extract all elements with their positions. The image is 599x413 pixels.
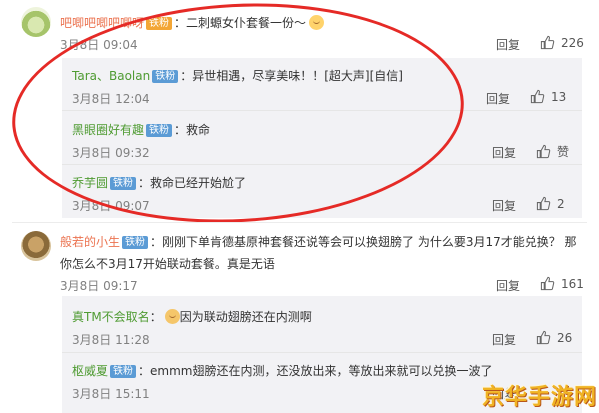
- reply-button[interactable]: 回复: [492, 144, 516, 161]
- reply-text: ：救命: [174, 123, 211, 137]
- timestamp: 3月8日 12:04: [72, 92, 150, 106]
- reply-button[interactable]: 回复: [496, 36, 520, 53]
- timestamp: 3月8日 11:28: [72, 333, 150, 347]
- reply-text: ：救命已经开始尬了: [138, 176, 247, 190]
- like-count: 赞: [557, 145, 570, 159]
- like-button[interactable]: 13: [530, 89, 566, 104]
- reply-button[interactable]: 回复: [486, 90, 510, 107]
- like-count: 226: [561, 35, 584, 50]
- comment-text: ：二刺螈女仆套餐一份～: [174, 16, 307, 30]
- reply-text-after: 因为联动翅膀还在内测啊: [179, 310, 312, 324]
- reply-button[interactable]: 回复: [492, 331, 516, 348]
- fan-badge[interactable]: 铁粉: [146, 17, 173, 30]
- divider: [62, 164, 582, 165]
- thumbs-up-icon: [530, 89, 545, 104]
- divider: [62, 110, 582, 111]
- timestamp: 3月8日 09:04: [60, 38, 138, 52]
- fan-badge[interactable]: 铁粉: [152, 70, 179, 83]
- thumbs-up-icon: [540, 276, 555, 291]
- smile-emoji-icon: [309, 15, 325, 30]
- timestamp: 3月8日 09:17: [60, 279, 138, 293]
- reply-button[interactable]: 回复: [492, 197, 516, 214]
- like-count: 26: [557, 330, 573, 345]
- username-link[interactable]: 黑眼圈好有趣: [72, 123, 144, 137]
- reply-text: ：: [149, 310, 162, 324]
- thumbs-up-icon: [540, 35, 555, 50]
- fan-badge[interactable]: 铁粉: [122, 236, 149, 249]
- like-count: 2: [557, 196, 565, 211]
- like-button[interactable]: 161: [540, 276, 584, 291]
- reply-text: ：异世相遇，尽享美味！！[超大声][自信]: [180, 69, 403, 83]
- comment-2: 般若的小生 铁粉 ：刚刚下单肯德基原神套餐还说等会可以换翅膀了 为什么要3月17才能…: [0, 224, 599, 294]
- thumbs-up-icon: [536, 144, 551, 159]
- fan-badge[interactable]: 铁粉: [110, 365, 137, 378]
- comment-text-line-2: 你怎么不3月17开始联动套餐。真是无语: [60, 257, 275, 271]
- comment-1: 吧唧吧唧吧唧呀 铁粉 ：二刺螈女仆套餐一份～ 3月8日 09:04 回复 226: [0, 0, 599, 60]
- avatar[interactable]: [21, 231, 51, 261]
- watermark-logo: 京华手游网: [481, 385, 597, 410]
- like-button[interactable]: 赞: [536, 143, 569, 160]
- like-button[interactable]: 26: [536, 330, 572, 345]
- username-link[interactable]: 般若的小生: [60, 235, 120, 249]
- username-link[interactable]: 枢威夏: [72, 364, 108, 378]
- like-button[interactable]: 2: [536, 196, 565, 211]
- avatar[interactable]: [21, 7, 51, 37]
- reply-text: ：emmm翅膀还在内测，还没放出来，等放出来就可以兑换一波了: [138, 364, 493, 378]
- like-count: 161: [561, 276, 584, 291]
- comment-line: 般若的小生 铁粉 ：刚刚下单肯德基原神套餐还说等会可以换翅膀了 为什么要3月17才能…: [60, 233, 577, 250]
- comment-line: 吧唧吧唧吧唧呀 铁粉 ：二刺螈女仆套餐一份～: [60, 14, 325, 31]
- fan-badge[interactable]: 铁粉: [146, 124, 173, 137]
- thumbs-up-icon: [536, 196, 551, 211]
- like-button[interactable]: 226: [540, 35, 584, 50]
- divider: [62, 352, 582, 353]
- username-link[interactable]: 吧唧吧唧吧唧呀: [60, 16, 144, 30]
- thumbs-up-icon: [536, 330, 551, 345]
- timestamp: 3月8日 09:07: [72, 199, 150, 213]
- username-link[interactable]: 乔芋圆: [72, 176, 108, 190]
- username-link[interactable]: Tara、Baolan: [72, 69, 150, 83]
- comment-text: ：刚刚下单肯德基原神套餐还说等会可以换翅膀了 为什么要3月17才能兑换？ 那: [150, 235, 577, 249]
- like-count: 13: [551, 89, 567, 104]
- timestamp: 3月8日 15:11: [72, 387, 150, 401]
- timestamp: 3月8日 09:32: [72, 146, 150, 160]
- doge-emoji-icon: [164, 309, 180, 324]
- reply-button[interactable]: 回复: [496, 277, 520, 294]
- divider: [12, 222, 587, 223]
- fan-badge[interactable]: 铁粉: [110, 177, 137, 190]
- username-link[interactable]: 真TM不会取名: [72, 310, 150, 324]
